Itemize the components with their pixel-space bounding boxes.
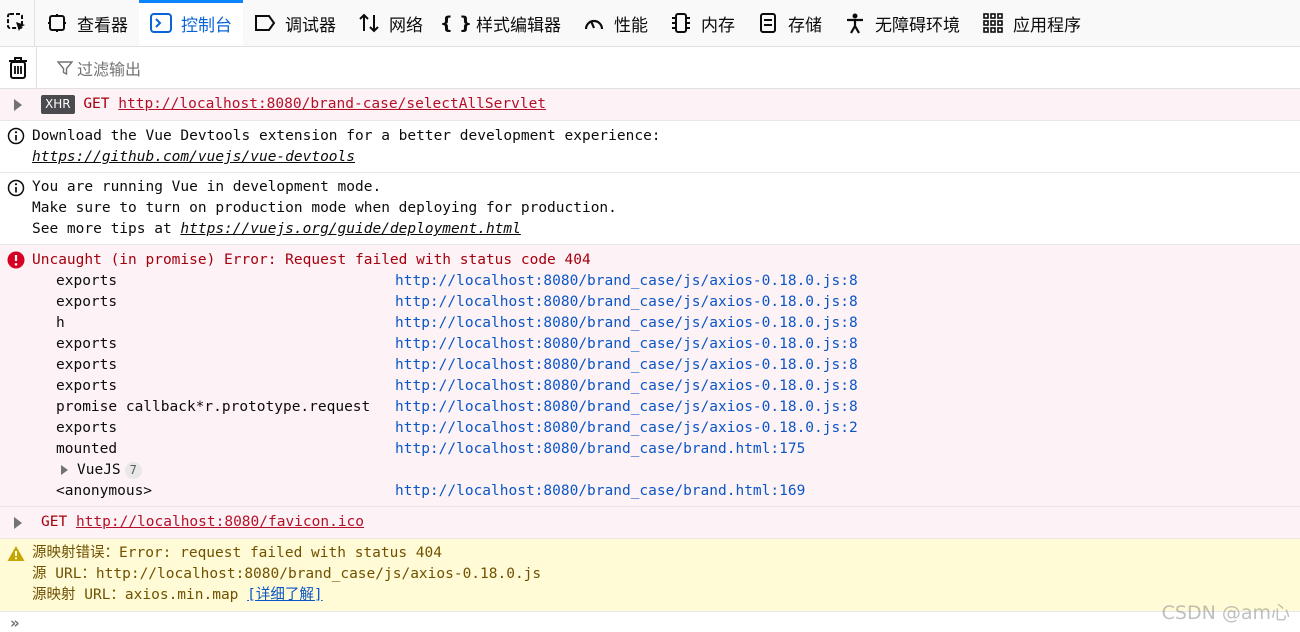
pick-element-icon (7, 13, 25, 31)
tab-storage[interactable]: 存储 (746, 0, 833, 46)
network-message: XHR GET http://localhost:8080/brand-case… (0, 89, 1300, 121)
tab-label: 查看器 (77, 15, 128, 36)
stack-function: exports (56, 273, 118, 289)
group-label: VueJS (77, 462, 121, 478)
tab-inspector[interactable]: 查看器 (35, 0, 139, 46)
tab-style-editor[interactable]: { } 样式编辑器 (434, 0, 572, 46)
filter-placeholder: 过滤输出 (77, 59, 142, 79)
info-message: You are running Vue in development mode.… (0, 173, 1300, 245)
message-text: 源映射 URL：axios.min.map (32, 587, 248, 603)
learn-more-link[interactable]: [详细了解] (247, 587, 322, 603)
stack-location-link[interactable]: http://localhost:8080/brand_case/js/axio… (395, 418, 858, 439)
tab-performance[interactable]: 性能 (572, 0, 659, 46)
stack-group[interactable]: VueJS 7 (77, 460, 142, 481)
error-message: Uncaught (in promise) Error: Request fai… (0, 245, 1300, 507)
expand-group-icon[interactable] (61, 465, 68, 475)
element-picker-button[interactable] (0, 0, 35, 46)
stack-location-link[interactable]: http://localhost:8080/brand_case/js/axio… (395, 355, 858, 376)
stack-function: exports (56, 357, 118, 373)
trash-icon (9, 56, 27, 79)
tab-label: 无障碍环境 (875, 15, 960, 36)
stack-location-link[interactable]: http://localhost:8080/brand_case/js/axio… (395, 397, 858, 418)
stack-function: h (56, 315, 65, 331)
stack-function: exports (56, 420, 118, 436)
message-text: Make sure to turn on production mode whe… (32, 200, 617, 216)
console-input[interactable]: » (0, 612, 1300, 632)
accessibility-icon (844, 12, 866, 34)
message-text: See more tips at (32, 221, 181, 237)
request-method: GET (41, 514, 68, 530)
stack-function: exports (56, 336, 118, 352)
stack-function: promise callback*r.prototype.request (56, 399, 371, 415)
message-text: Download the Vue Devtools extension for … (32, 128, 661, 144)
filter-output-input[interactable]: 过滤输出 (57, 56, 141, 80)
tab-label: 应用程序 (1013, 15, 1081, 36)
devtools-link[interactable]: https://github.com/vuejs/vue-devtools (32, 147, 355, 168)
console-filter-bar: 过滤输出 (0, 47, 1300, 89)
tab-memory[interactable]: 内存 (659, 0, 746, 46)
devtools-toolbar: 查看器 控制台 调试器 网络 { } 样式编辑器 性能 内存 存储 无障碍环境 … (0, 0, 1300, 47)
warning-icon (7, 546, 25, 561)
stack-location-link[interactable]: http://localhost:8080/brand_case/js/axio… (395, 313, 858, 334)
tab-label: 控制台 (181, 15, 232, 36)
message-text: You are running Vue in development mode. (32, 179, 382, 195)
network-message: GET http://localhost:8080/favicon.ico (0, 507, 1300, 539)
message-text: 源映射错误：Error: request failed with status … (32, 545, 442, 561)
tab-label: 存储 (788, 15, 822, 36)
deployment-link[interactable]: https://vuejs.org/guide/deployment.html (180, 221, 520, 237)
tab-console[interactable]: 控制台 (139, 0, 243, 46)
stack-function: exports (56, 378, 118, 394)
watermark: CSDN @am心 (1161, 602, 1290, 624)
stack-function: exports (56, 294, 118, 310)
stack-function: mounted (56, 441, 118, 457)
tab-accessibility[interactable]: 无障碍环境 (833, 0, 971, 46)
tab-network[interactable]: 网络 (347, 0, 434, 46)
error-icon (7, 251, 25, 269)
chevron-prompt-icon: » (10, 614, 20, 632)
request-url-link[interactable]: http://localhost:8080/brand-case/selectA… (118, 96, 546, 112)
stack-location-link[interactable]: http://localhost:8080/brand_case/js/axio… (395, 334, 858, 355)
warning-message: 源映射错误：Error: request failed with status … (0, 539, 1300, 612)
info-message: Download the Vue Devtools extension for … (0, 121, 1300, 173)
info-icon (7, 127, 25, 145)
application-icon (982, 12, 1004, 34)
tab-label: 样式编辑器 (476, 15, 561, 36)
tab-application[interactable]: 应用程序 (971, 0, 1092, 46)
tab-label: 性能 (614, 15, 648, 36)
performance-icon (583, 12, 605, 34)
stack-location-link[interactable]: http://localhost:8080/brand_case/brand.h… (395, 481, 805, 502)
network-icon (358, 12, 380, 34)
expand-arrow-icon[interactable] (14, 99, 22, 111)
tab-label: 调试器 (285, 15, 336, 36)
storage-icon (757, 12, 779, 34)
console-icon (150, 12, 172, 34)
expand-arrow-icon[interactable] (14, 517, 22, 529)
message-text: 源 URL：http://localhost:8080/brand_case/j… (32, 566, 542, 582)
stack-location-link[interactable]: http://localhost:8080/brand_case/js/axio… (395, 271, 858, 292)
debugger-icon (254, 12, 276, 34)
error-title: Uncaught (in promise) Error: Request fai… (32, 252, 591, 268)
tab-debugger[interactable]: 调试器 (243, 0, 347, 46)
group-count: 7 (124, 462, 142, 479)
tab-label: 网络 (389, 15, 423, 36)
style-editor-icon: { } (440, 12, 472, 34)
info-icon (7, 179, 25, 197)
xhr-badge: XHR (41, 95, 75, 114)
clear-console-button[interactable] (0, 47, 37, 88)
stack-function: <anonymous> (56, 483, 153, 499)
stack-location-link[interactable]: http://localhost:8080/brand_case/js/axio… (395, 292, 858, 313)
inspector-icon (46, 12, 68, 34)
request-url-link[interactable]: http://localhost:8080/favicon.ico (76, 514, 364, 530)
filter-icon (57, 60, 73, 75)
request-method: GET (83, 96, 110, 112)
stack-location-link[interactable]: http://localhost:8080/brand_case/brand.h… (395, 439, 805, 460)
memory-icon (670, 12, 692, 34)
tab-label: 内存 (701, 15, 735, 36)
stack-location-link[interactable]: http://localhost:8080/brand_case/js/axio… (395, 376, 858, 397)
